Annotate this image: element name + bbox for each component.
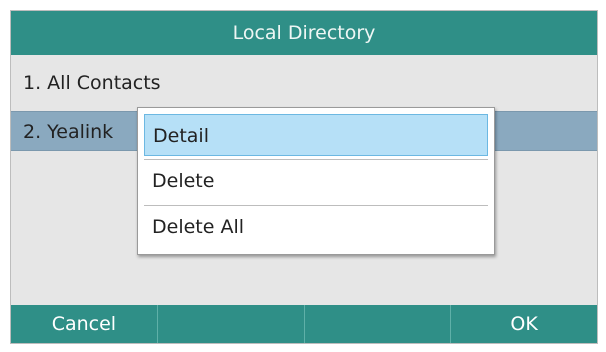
softkey-bar: Cancel OK [11, 305, 597, 343]
menu-item-detail[interactable]: Detail [144, 114, 488, 156]
softkey-2[interactable] [158, 305, 305, 343]
ok-softkey[interactable]: OK [451, 305, 597, 343]
menu-item-delete-all[interactable]: Delete All [144, 206, 488, 248]
list-item-all-contacts[interactable]: 1. All Contacts [11, 63, 597, 103]
softkey-3[interactable] [305, 305, 452, 343]
cancel-softkey[interactable]: Cancel [11, 305, 158, 343]
menu-item-delete[interactable]: Delete [144, 160, 488, 202]
page-title: Local Directory [11, 11, 597, 55]
options-menu: Detail Delete Delete All [137, 107, 495, 255]
phone-screen: Local Directory 1. All Contacts 2. Yeali… [10, 10, 598, 344]
